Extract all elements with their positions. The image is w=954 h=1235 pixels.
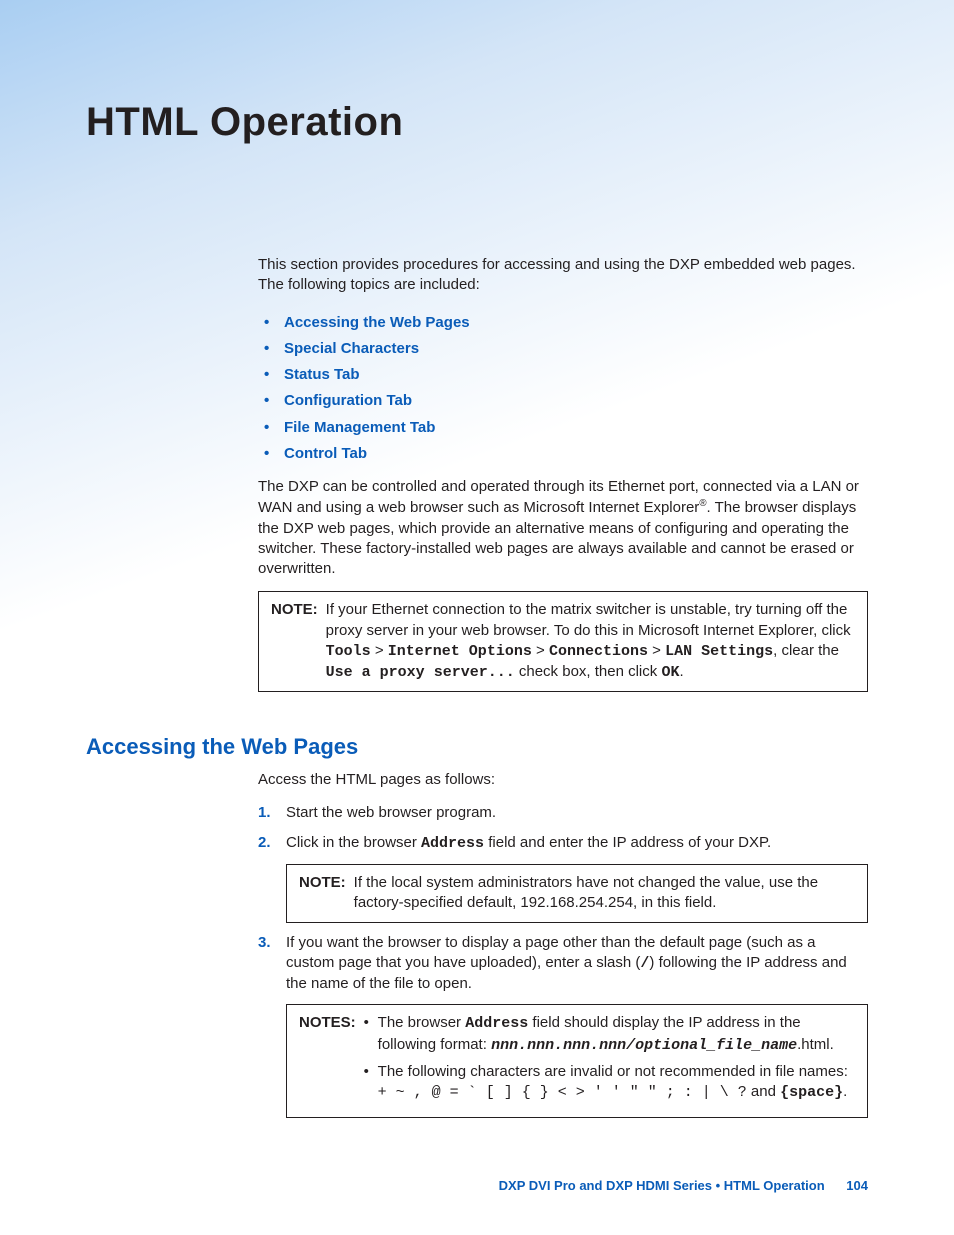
toc-list: Accessing the Web Pages Special Characte… [258, 310, 868, 468]
section-heading-accessing: Accessing the Web Pages [86, 734, 868, 760]
toc-item-file-mgmt-tab[interactable]: File Management Tab [258, 415, 868, 441]
note-default-ip: NOTE: If the local system administrators… [286, 864, 868, 923]
notes-label: NOTES: [299, 1013, 356, 1033]
page-title: HTML Operation [86, 100, 868, 145]
toc-item-config-tab[interactable]: Configuration Tab [258, 388, 868, 414]
note-content: If the local system administrators have … [354, 873, 855, 914]
notes-address-format: NOTES: The browser Address field should … [286, 1004, 868, 1118]
notes-content: The browser Address field should display… [364, 1013, 855, 1109]
overview-paragraph: The DXP can be controlled and operated t… [258, 477, 868, 579]
intro-paragraph: This section provides procedures for acc… [258, 255, 868, 296]
footer-text: DXP DVI Pro and DXP HDMI Series • HTML O… [499, 1178, 825, 1193]
steps-list: Start the web browser program. Click in … [258, 803, 868, 1119]
step-3: If you want the browser to display a pag… [258, 933, 868, 1119]
step-2: Click in the browser Address field and e… [258, 833, 868, 923]
toc-item-accessing[interactable]: Accessing the Web Pages [258, 310, 868, 336]
toc-item-status-tab[interactable]: Status Tab [258, 362, 868, 388]
note-label: NOTE: [299, 873, 346, 893]
page-number: 104 [846, 1178, 868, 1193]
notes-bullet-1: The browser Address field should display… [364, 1013, 855, 1056]
note-proxy: NOTE: If your Ethernet connection to the… [258, 591, 868, 692]
note-content: If your Ethernet connection to the matri… [326, 600, 855, 683]
note-label: NOTE: [271, 600, 318, 620]
access-intro: Access the HTML pages as follows: [258, 770, 868, 790]
toc-item-control-tab[interactable]: Control Tab [258, 441, 868, 467]
toc-item-special-chars[interactable]: Special Characters [258, 336, 868, 362]
step-1: Start the web browser program. [258, 803, 868, 823]
page-footer: DXP DVI Pro and DXP HDMI Series • HTML O… [499, 1178, 868, 1193]
notes-bullet-2: The following characters are invalid or … [364, 1062, 855, 1104]
